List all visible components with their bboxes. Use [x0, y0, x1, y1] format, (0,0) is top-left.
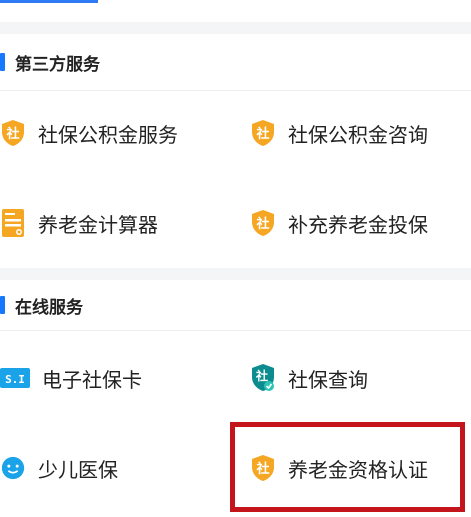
- child-face-icon: [0, 454, 26, 482]
- service-item-pension-calculator[interactable]: 养老金计算器: [0, 198, 158, 248]
- section-accent-bar: [0, 296, 5, 314]
- section-title: 在线服务: [15, 297, 83, 318]
- svg-text:社: 社: [5, 126, 19, 142]
- service-item-e-social-card[interactable]: S.I 电子社保卡: [0, 353, 142, 403]
- svg-text:S.I: S.I: [5, 373, 25, 386]
- active-tab-underline: [0, 0, 98, 3]
- shield-she-icon: 社: [250, 119, 276, 147]
- service-item-child-medical[interactable]: 少儿医保: [0, 443, 118, 493]
- section-header-third-party: 第三方服务: [0, 34, 471, 90]
- item-label: 补充养老金投保: [288, 212, 428, 237]
- item-label: 社保查询: [288, 367, 368, 392]
- svg-text:社: 社: [255, 216, 269, 232]
- item-label: 少儿医保: [38, 457, 118, 482]
- svg-text:社: 社: [255, 126, 269, 142]
- section-title: 第三方服务: [15, 54, 100, 75]
- item-label: 养老金计算器: [38, 212, 158, 237]
- shield-check-icon: 社: [250, 364, 276, 392]
- item-label: 养老金资格认证: [288, 457, 428, 482]
- item-label: 社保公积金咨询: [288, 122, 428, 147]
- section-accent-bar: [0, 53, 5, 71]
- shield-she-icon: 社: [250, 209, 276, 237]
- si-card-icon: S.I: [0, 364, 30, 392]
- service-item-social-fund[interactable]: 社 社保公积金服务: [0, 108, 178, 158]
- svg-text:社: 社: [255, 461, 269, 477]
- section-gap: [0, 22, 471, 34]
- item-label: 社保公积金服务: [38, 122, 178, 147]
- service-item-supplementary-pension[interactable]: 社 补充养老金投保: [250, 198, 428, 248]
- service-item-social-query[interactable]: 社 社保查询: [250, 353, 368, 403]
- service-item-social-fund-consult[interactable]: 社 社保公积金咨询: [250, 108, 428, 158]
- divider: [0, 90, 471, 91]
- service-item-pension-qualification[interactable]: 社 养老金资格认证: [250, 443, 428, 493]
- item-label: 电子社保卡: [42, 367, 142, 392]
- top-tab-area: [0, 0, 471, 22]
- section-gap: [0, 268, 471, 280]
- calculator-icon: [0, 209, 26, 237]
- divider: [0, 330, 471, 331]
- section-header-online: 在线服务: [0, 280, 471, 330]
- shield-she-icon: 社: [0, 119, 26, 147]
- shield-she-icon: 社: [250, 454, 276, 482]
- svg-text:社: 社: [255, 368, 268, 383]
